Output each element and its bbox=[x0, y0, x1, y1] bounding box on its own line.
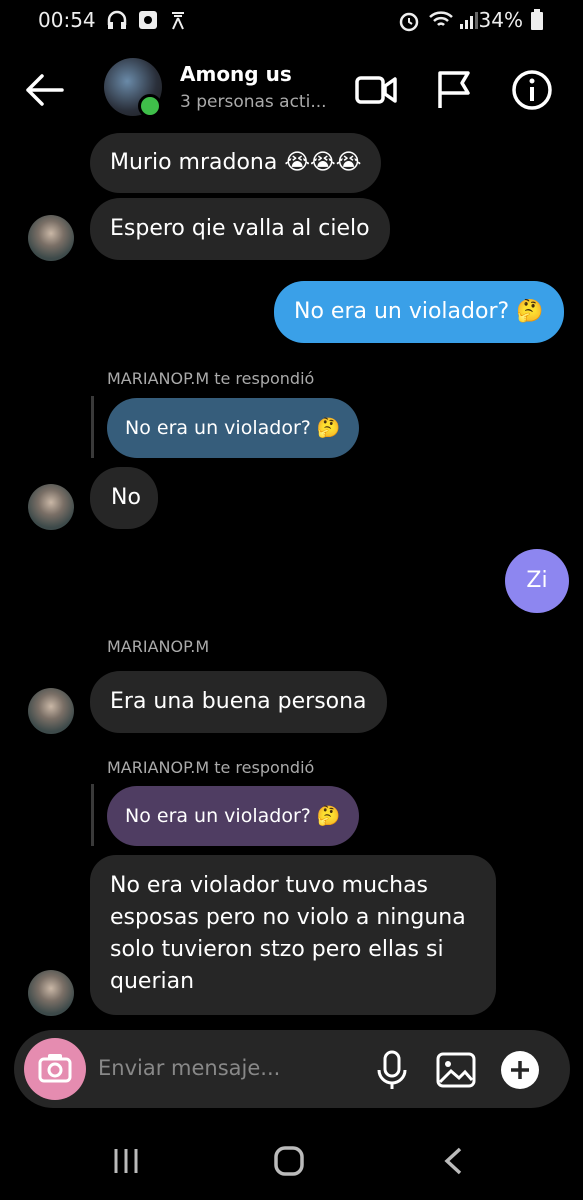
sender-avatar[interactable] bbox=[28, 688, 74, 734]
message-bubble-received[interactable]: No bbox=[90, 467, 158, 529]
message-composer: Enviar mensaje... bbox=[14, 1030, 570, 1108]
message-bubble-received[interactable]: No era violador tuvo muchas esposas pero… bbox=[90, 855, 496, 1015]
message-bubble-received[interactable]: Espero qie valla al cielo bbox=[90, 198, 390, 260]
message-input[interactable]: Enviar mensaje... bbox=[98, 1056, 280, 1080]
online-indicator bbox=[138, 94, 162, 118]
status-time: 00:54 bbox=[38, 8, 96, 32]
message-bubble-received[interactable]: Murio mradona 😭😭😭 bbox=[90, 133, 382, 193]
camera-icon bbox=[38, 1054, 72, 1083]
system-nav-bar bbox=[0, 1130, 583, 1200]
sender-avatar[interactable] bbox=[28, 970, 74, 1016]
battery-percent: 34% bbox=[478, 8, 523, 32]
signal-tower-icon bbox=[172, 12, 184, 30]
reply-quote[interactable]: No era un violador? 🤔 bbox=[107, 786, 359, 846]
message-bubble-sent[interactable]: No era un violador? 🤔 bbox=[274, 281, 564, 343]
reply-line bbox=[91, 784, 94, 846]
gallery-icon[interactable] bbox=[434, 1048, 478, 1092]
home-icon[interactable] bbox=[272, 1144, 308, 1178]
wifi-icon bbox=[429, 11, 453, 26]
sender-avatar[interactable] bbox=[28, 215, 74, 261]
headphones-icon bbox=[107, 10, 127, 29]
sender-avatar[interactable] bbox=[28, 484, 74, 530]
flag-icon[interactable] bbox=[432, 68, 476, 112]
app-notification-icon bbox=[139, 11, 157, 29]
status-bar: 00:54 34% bbox=[0, 0, 583, 40]
info-icon[interactable] bbox=[510, 68, 554, 112]
recent-apps-icon[interactable] bbox=[110, 1146, 144, 1176]
back-nav-icon[interactable] bbox=[440, 1146, 466, 1176]
battery-icon bbox=[531, 9, 543, 30]
message-bubble-received[interactable]: Era una buena persona bbox=[90, 671, 387, 733]
video-call-icon[interactable] bbox=[354, 68, 398, 112]
microphone-icon[interactable] bbox=[370, 1048, 414, 1092]
alarm-icon bbox=[399, 12, 419, 32]
reply-caption: MARIANOP.M te respondió bbox=[107, 369, 315, 388]
reply-quote[interactable]: No era un violador? 🤔 bbox=[107, 398, 359, 458]
add-icon[interactable] bbox=[498, 1048, 542, 1092]
sender-name: MARIANOP.M bbox=[107, 637, 210, 656]
chat-subtitle: 3 personas acti... bbox=[180, 92, 327, 112]
chat-header: Among us 3 personas acti... bbox=[0, 50, 583, 130]
message-bubble-sent[interactable]: Zi bbox=[505, 549, 569, 613]
cell-signal-icon bbox=[460, 12, 478, 29]
back-arrow-icon[interactable] bbox=[22, 70, 66, 110]
chat-title[interactable]: Among us bbox=[180, 62, 292, 86]
reply-caption: MARIANOP.M te respondió bbox=[107, 758, 315, 777]
camera-button[interactable] bbox=[24, 1038, 86, 1100]
reply-line bbox=[91, 396, 94, 458]
